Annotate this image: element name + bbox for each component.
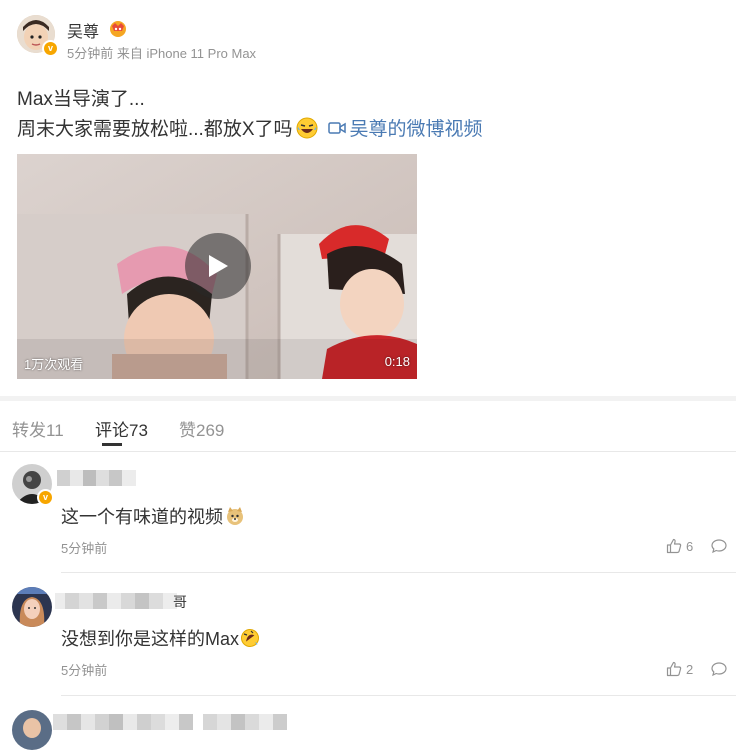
comment-text-body: 这一个有味道的视频 [61,507,223,527]
post-text-line-2: 周末大家需要放松啦...都放X了吗 吴尊的微博视频 [17,114,483,141]
video-view-count: 1万次观看 [24,357,84,372]
video-camera-icon [327,121,346,135]
doge-emoji-icon [225,506,245,526]
play-icon [206,253,230,279]
comment-time: 5分钟前 [61,541,108,556]
comment-divider [61,572,736,573]
comment-like-count: 6 [686,538,694,554]
author-name[interactable]: 吴尊 [67,18,99,42]
comment-text-body: 没想到你是这样的Max [61,629,240,649]
commenter-name-redacted[interactable] [55,593,177,609]
post-text-line-1: Max当导演了... [17,89,145,110]
section-divider [0,396,736,401]
verified-badge-icon: v [42,40,59,57]
tab-likes[interactable]: 赞269 [179,416,224,441]
tabs-divider [0,451,736,452]
comment-reply-icon[interactable] [711,661,727,682]
commenter-avatar[interactable] [12,710,52,750]
video-link-label: 吴尊的微博视频 [349,119,483,140]
comment-time: 5分钟前 [61,663,108,678]
commenter-name-suffix: 哥 [173,594,187,610]
active-tab-indicator [102,443,122,446]
comment-reply-icon[interactable] [711,538,727,559]
post-meta: 5分钟前 来自 iPhone 11 Pro Max [67,46,257,61]
video-link[interactable]: 吴尊的微博视频 [327,114,483,141]
comment-like-button[interactable]: 2 [666,661,693,677]
thumbs-up-icon [666,661,682,677]
thumbs-up-icon [666,538,682,554]
commenter-name-redacted[interactable] [57,470,136,486]
video-duration: 0:18 [384,354,410,369]
comment-text: 没想到你是这样的Max [61,625,260,651]
comment-divider [61,695,736,696]
tab-reposts[interactable]: 转发11 [12,416,64,441]
video-player[interactable]: 1万次观看 0:18 [17,154,417,379]
laughing-emoji-icon [296,117,318,139]
commenter-name-redacted[interactable] [53,714,287,730]
tab-comments[interactable]: 评论73 [95,416,148,441]
member-crown-icon [107,18,129,43]
play-button[interactable] [185,233,251,299]
commenter-avatar[interactable] [12,587,52,627]
post-text-body: 周末大家需要放松啦...都放X了吗 [17,119,293,140]
verified-badge-icon: v [37,489,54,506]
rolling-laugh-emoji-icon [240,628,260,648]
comment-text: 这一个有味道的视频 [61,503,245,529]
comment-like-count: 2 [686,661,694,677]
comment-like-button[interactable]: 6 [666,538,693,554]
